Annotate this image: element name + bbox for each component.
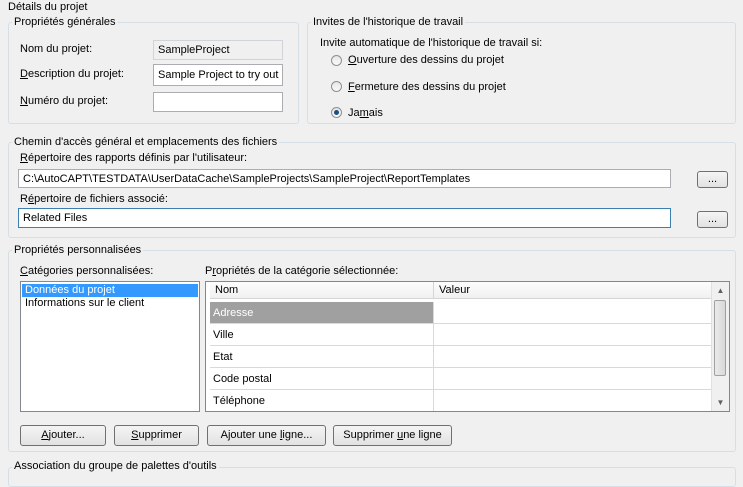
reports-dir-label: Répertoire des rapports définis par l'ut…	[20, 152, 248, 164]
property-name-cell[interactable]: Adresse	[210, 302, 434, 324]
radio-close-drawings[interactable]	[331, 81, 342, 92]
property-value-cell[interactable]	[434, 390, 713, 411]
delete-category-button[interactable]: Supprimer	[114, 425, 199, 446]
project-description-field[interactable]: Sample Project to try out P	[153, 64, 283, 86]
page-title: Détails du projet	[8, 1, 88, 13]
history-prompts-title: Invites de l'historique de travail	[311, 15, 466, 29]
grid-vertical-scrollbar[interactable]: ▲ ▼	[711, 282, 729, 411]
property-value-cell[interactable]	[434, 324, 713, 346]
property-value-cell[interactable]	[434, 302, 713, 324]
custom-categories-list[interactable]: Données du projet Informations sur le cl…	[20, 281, 200, 412]
paths-title: Chemin d'accès général et emplacements d…	[12, 135, 280, 149]
property-name-cell[interactable]: Code postal	[210, 368, 434, 390]
radio-open-drawings[interactable]	[331, 55, 342, 66]
radio-never-label[interactable]: Jamais	[348, 106, 383, 120]
property-name-cell[interactable]: Téléphone	[210, 390, 434, 411]
scroll-down-icon[interactable]: ▼	[712, 394, 729, 411]
reports-dir-field[interactable]: C:\AutoCAPT\TESTDATA\UserDataCache\Sampl…	[18, 169, 671, 188]
radio-never[interactable]	[331, 107, 342, 118]
project-name-label: Nom du projet:	[20, 43, 93, 55]
category-item[interactable]: Informations sur le client	[22, 297, 198, 310]
project-number-field[interactable]	[153, 92, 283, 112]
project-name-field[interactable]: SampleProject	[153, 40, 283, 60]
delete-row-button[interactable]: Supprimer une ligne	[333, 425, 452, 446]
column-header-value[interactable]: Valeur	[434, 282, 713, 299]
property-name-cell[interactable]: Etat	[210, 346, 434, 368]
history-prompt-label: Invite automatique de l'historique de tr…	[320, 37, 543, 49]
reports-dir-browse-button[interactable]: ...	[697, 171, 728, 188]
column-header-name[interactable]: Nom	[210, 282, 434, 299]
custom-categories-label: Catégories personnalisées:	[20, 265, 154, 277]
radio-close-drawings-label[interactable]: Fermeture des dessins du projet	[348, 80, 506, 94]
radio-open-drawings-label[interactable]: Ouverture des dessins du projet	[348, 53, 504, 67]
palette-group-title: Association du groupe de palettes d'outi…	[12, 459, 219, 473]
add-row-button[interactable]: Ajouter une ligne...	[207, 425, 326, 446]
assoc-dir-field[interactable]: Related Files	[18, 208, 671, 228]
scroll-thumb[interactable]	[714, 300, 726, 376]
assoc-dir-label: Répertoire de fichiers associé:	[20, 193, 168, 205]
scroll-up-icon[interactable]: ▲	[712, 282, 729, 299]
project-number-label: Numéro du projet:	[20, 95, 109, 107]
custom-properties-title: Propriétés personnalisées	[12, 243, 144, 257]
assoc-dir-browse-button[interactable]: ...	[697, 211, 728, 228]
add-category-button[interactable]: Ajouter...	[20, 425, 106, 446]
category-item[interactable]: Données du projet	[22, 284, 198, 297]
property-value-cell[interactable]	[434, 368, 713, 390]
project-description-label: Description du projet:	[20, 68, 124, 80]
property-value-cell[interactable]	[434, 346, 713, 368]
general-properties-title: Propriétés générales	[12, 15, 118, 29]
property-name-cell[interactable]: Ville	[210, 324, 434, 346]
category-properties-label: Propriétés de la catégorie sélectionnée:	[205, 265, 399, 277]
category-properties-grid[interactable]: Nom Valeur Adresse Ville Etat Code posta…	[205, 281, 730, 412]
